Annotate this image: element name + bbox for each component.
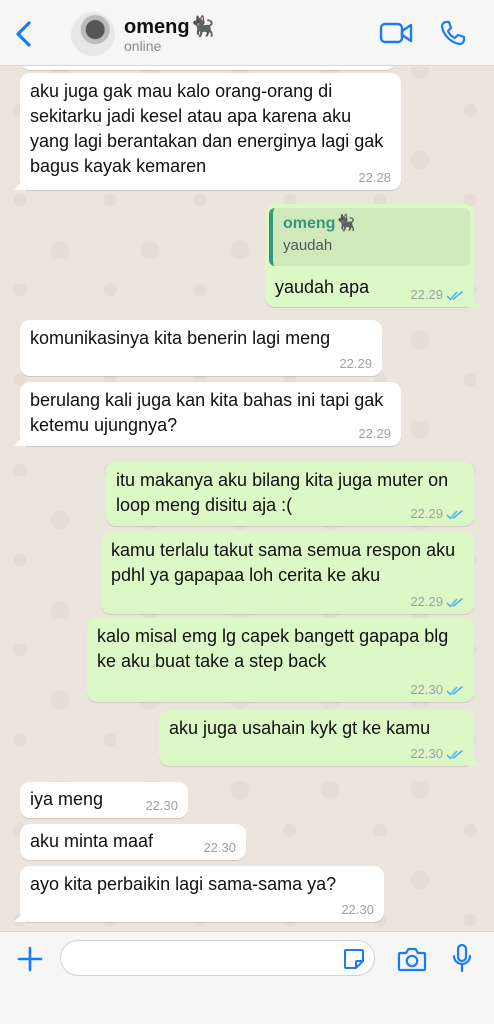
message-meta: 22.30 bbox=[410, 747, 464, 761]
message-bubble-incoming[interactable]: aku minta maaf 22.30 bbox=[20, 824, 246, 860]
message-bubble-incoming[interactable]: aku juga gak mau kalo orang-orang di sek… bbox=[20, 73, 401, 190]
message-meta: 22.30 bbox=[145, 799, 178, 813]
message-text: aku juga gak mau kalo orang-orang di sek… bbox=[30, 81, 384, 176]
double-check-icon bbox=[446, 597, 464, 608]
message-time: 22.30 bbox=[145, 798, 178, 813]
double-check-icon bbox=[446, 685, 464, 696]
message-text: kamu terlalu takut sama semua respon aku… bbox=[111, 540, 456, 585]
message-time: 22.30 bbox=[341, 902, 374, 917]
message-meta: 22.30 bbox=[341, 903, 374, 917]
composer-bar bbox=[0, 931, 494, 1024]
message-meta: 22.29 bbox=[339, 357, 372, 371]
quoted-message[interactable]: omeng🐈‍⬛ yaudah bbox=[269, 208, 470, 266]
message-meta: 22.29 bbox=[410, 288, 464, 302]
message-meta: 22.29 bbox=[358, 427, 391, 441]
phone-icon[interactable] bbox=[440, 20, 466, 46]
message-meta: 22.28 bbox=[358, 171, 391, 185]
chevron-left-icon[interactable] bbox=[12, 20, 36, 48]
message-meta: 22.30 bbox=[203, 841, 236, 855]
message-bubble-outgoing[interactable]: kalo misal emg lg capek bangett gapapa b… bbox=[87, 618, 474, 702]
plus-icon[interactable] bbox=[16, 945, 44, 973]
camera-icon[interactable] bbox=[397, 946, 427, 972]
message-bubble-outgoing[interactable]: kamu terlalu takut sama semua respon aku… bbox=[101, 532, 474, 614]
message-bubble-outgoing[interactable]: omeng🐈‍⬛ yaudah yaudah apa 22.29 bbox=[265, 204, 474, 307]
message-text: komunikasinya kita benerin lagi meng bbox=[30, 328, 331, 348]
message-text: kalo misal emg lg capek bangett gapapa b… bbox=[97, 626, 449, 671]
message-time: 22.30 bbox=[410, 746, 443, 761]
double-check-icon bbox=[446, 509, 464, 520]
message-time: 22.29 bbox=[339, 356, 372, 371]
message-time: 22.29 bbox=[410, 506, 443, 521]
message-time: 22.29 bbox=[410, 594, 443, 609]
message-bubble-incoming[interactable]: komunikasinya kita benerin lagi meng 22.… bbox=[20, 320, 382, 376]
double-check-icon bbox=[446, 290, 464, 301]
message-bubble-incoming[interactable]: berulang kali juga kan kita bahas ini ta… bbox=[20, 382, 401, 446]
message-time: 22.29 bbox=[358, 426, 391, 441]
message-meta: 22.29 bbox=[410, 507, 464, 521]
message-time: 22.30 bbox=[410, 682, 443, 697]
microphone-icon[interactable] bbox=[452, 943, 472, 973]
sticker-icon[interactable] bbox=[342, 947, 366, 971]
contact-status: online bbox=[124, 38, 162, 54]
message-bubble-incoming[interactable]: iya meng 22.30 bbox=[20, 782, 188, 818]
video-camera-icon[interactable] bbox=[379, 21, 413, 45]
quoted-text: yaudah bbox=[283, 237, 333, 254]
message-meta: 22.30 bbox=[410, 683, 464, 697]
quoted-sender: omeng🐈‍⬛ bbox=[283, 215, 356, 232]
message-input[interactable] bbox=[60, 940, 375, 976]
message-text: berulang kali juga kan kita bahas ini ta… bbox=[30, 390, 384, 435]
message-meta: 22.29 bbox=[410, 595, 464, 609]
message-text: ayo kita perbaikin lagi sama-sama ya? bbox=[30, 874, 337, 894]
message-text: yaudah apa bbox=[275, 277, 370, 297]
message-bubble-incoming[interactable]: ayo kita perbaikin lagi sama-sama ya? 22… bbox=[20, 866, 384, 922]
message-bubble-outgoing[interactable]: aku juga usahain kyk gt ke kamu 22.30 bbox=[159, 710, 474, 766]
message-text: aku juga usahain kyk gt ke kamu bbox=[169, 718, 431, 738]
message-time: 22.29 bbox=[410, 287, 443, 302]
message-time: 22.28 bbox=[358, 170, 391, 185]
avatar[interactable] bbox=[71, 12, 115, 56]
message-time: 22.30 bbox=[203, 840, 236, 855]
contact-name[interactable]: omeng🐈‍⬛ bbox=[124, 14, 214, 39]
chat-header: omeng🐈‍⬛ online bbox=[0, 0, 494, 66]
message-bubble-outgoing[interactable]: itu makanya aku bilang kita juga muter o… bbox=[106, 462, 474, 526]
double-check-icon bbox=[446, 749, 464, 760]
